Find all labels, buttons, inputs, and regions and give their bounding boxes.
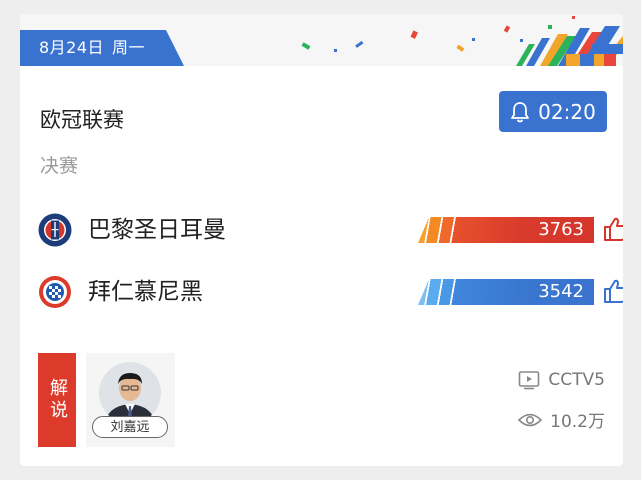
eye-icon	[518, 413, 543, 426]
bell-icon	[511, 101, 530, 122]
competition-title: 欧冠联赛	[40, 108, 124, 132]
commentator-card[interactable]: 刘嘉远	[86, 353, 175, 447]
commentary-tag: 解说	[38, 353, 76, 447]
vote-bar: 3763	[418, 217, 594, 243]
match-stage: 决赛	[40, 155, 79, 177]
match-date: 8月24日	[39, 38, 105, 57]
broadcast-channel: CCTV5	[518, 370, 605, 390]
vote-count: 3763	[538, 219, 584, 240]
team-row-psg: 巴黎圣日耳曼 3763	[38, 212, 623, 248]
match-weekday: 周一	[112, 38, 146, 57]
bayern-logo-icon	[39, 276, 71, 308]
date-tab: 8月24日 周一	[20, 30, 184, 66]
thumbs-up-icon[interactable]	[602, 215, 623, 243]
psg-logo-icon	[38, 213, 72, 247]
team-name: 拜仁慕尼黑	[88, 279, 203, 305]
views-value: 10.2万	[550, 412, 605, 432]
match-card[interactable]: 8月24日 周一 欧冠联赛 决赛 02:20 巴黎圣日耳曼 3763 拜仁慕尼黑…	[20, 14, 623, 466]
vote-bar: 3542	[418, 279, 594, 305]
header-banner: 8月24日 周一	[20, 14, 623, 66]
thumbs-up-icon[interactable]	[602, 277, 623, 305]
reminder-button[interactable]: 02:20	[499, 91, 607, 132]
vote-count: 3542	[538, 281, 584, 302]
team-row-bayern: 拜仁慕尼黑 3542	[38, 274, 623, 310]
commentator-name: 刘嘉远	[92, 416, 168, 438]
tv-play-icon	[519, 371, 540, 390]
countdown-time: 02:20	[538, 99, 596, 124]
avatar	[99, 362, 161, 424]
view-count: 10.2万	[518, 407, 605, 432]
team-name: 巴黎圣日耳曼	[88, 217, 226, 243]
channel-name: CCTV5	[548, 370, 605, 390]
